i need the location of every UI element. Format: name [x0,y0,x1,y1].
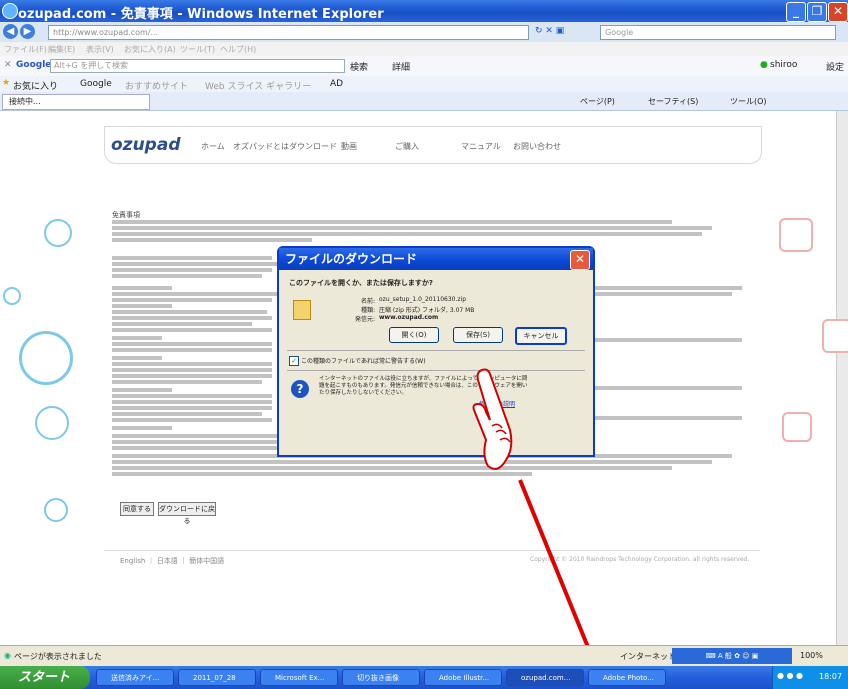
start-button[interactable]: スタート [0,666,90,689]
zoom-level[interactable]: 100% [800,651,823,660]
task-item[interactable]: Microsoft Ex... [260,669,338,686]
annotation-overlay [472,368,607,689]
system-tray: ● ● ● 18:07 [772,666,848,689]
task-item[interactable]: 2011_07_28 [178,669,256,686]
status-bar: ◉ ページが表示されました インターネット ⌨ A 般 ✿ ☺ ▣ 100% [0,645,848,667]
task-item[interactable]: 切り抜き画像 [342,669,420,686]
pointing-hand-icon [472,368,513,470]
task-item[interactable]: 送信済みアイ... [96,669,174,686]
task-item[interactable]: Adobe Illustr... [424,669,502,686]
done-icon: ◉ [4,651,11,660]
clock[interactable]: 18:07 [819,672,842,681]
tray-icons[interactable]: ● ● ● [777,671,803,680]
task-item-active[interactable]: ozupad.com... [506,669,584,686]
status-text: ページが表示されました [14,652,102,661]
taskbar: スタート 送信済みアイ... 2011_07_28 Microsoft Ex..… [0,666,848,689]
zone-text: インターネット [620,652,676,661]
task-item[interactable]: Adobe Photo... [588,669,666,686]
language-bar[interactable]: ⌨ A 般 ✿ ☺ ▣ [672,648,792,664]
